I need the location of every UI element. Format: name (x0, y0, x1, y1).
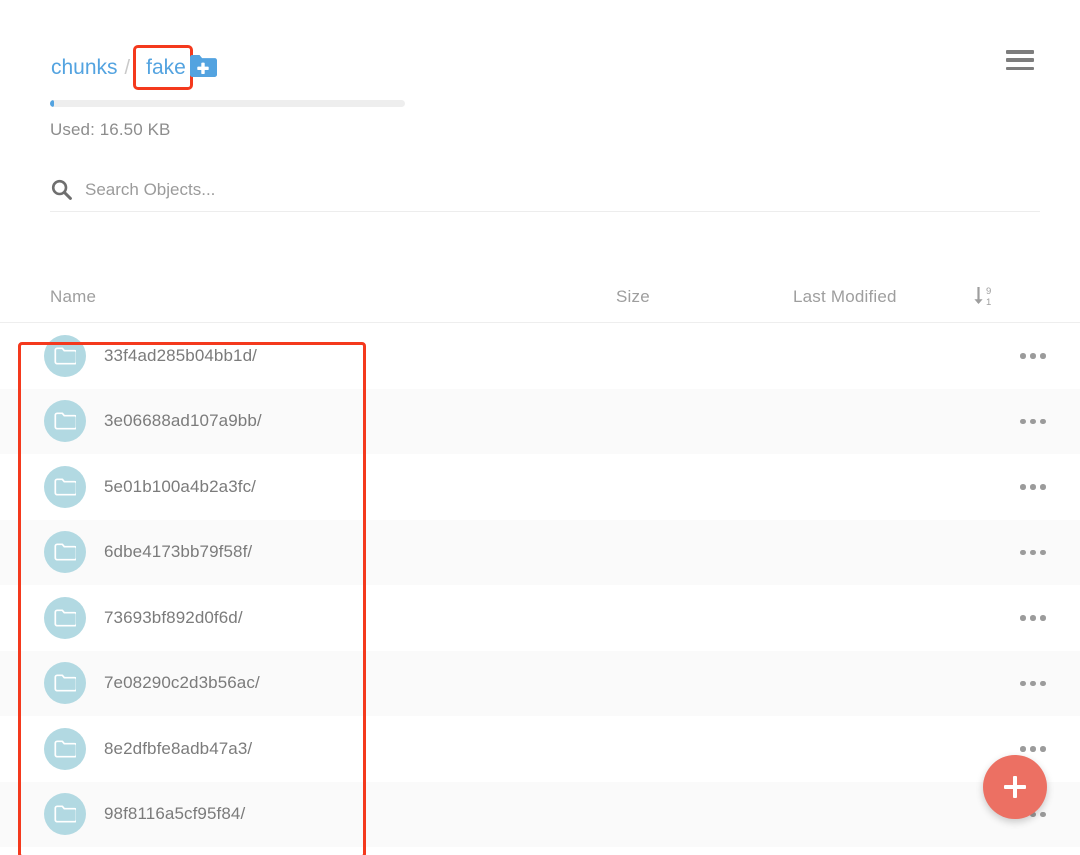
dot (1030, 418, 1036, 424)
object-name: 5e01b100a4b2a3fc/ (104, 476, 257, 496)
folder-icon (44, 465, 86, 508)
dot (1030, 680, 1036, 686)
dot (1020, 746, 1026, 752)
object-name: 6dbe4173bb79f58f/ (104, 542, 253, 562)
object-name: 7e08290c2d3b56ac/ (104, 673, 260, 693)
folder-icon (44, 793, 86, 836)
table-row[interactable]: 8e2dfbfe8adb47a3/ (0, 716, 1080, 782)
folder-icon (44, 596, 86, 639)
dot (1030, 746, 1036, 752)
svg-text:1: 1 (986, 297, 991, 308)
storage-used-label: Used: 16.50 KB (50, 120, 171, 139)
breadcrumb-item-chunks[interactable]: chunks (50, 55, 119, 81)
row-overflow-menu-icon[interactable] (1014, 410, 1052, 432)
table-row[interactable]: 3e06688ad107a9bb/ (0, 388, 1080, 454)
search-input[interactable] (85, 179, 1040, 200)
dot (1030, 353, 1036, 359)
storage-usage-bar (50, 100, 405, 107)
column-header-name[interactable]: Name (50, 287, 96, 307)
hamburger-line (1006, 50, 1034, 54)
dot (1040, 746, 1046, 752)
object-name: 3e06688ad107a9bb/ (104, 411, 262, 431)
object-list: 33f4ad285b04bb1d/ 3e06688ad107a9bb/ 5e01… (0, 323, 1080, 855)
object-browser-app: chunks / fake / Used: 16.50 KB (0, 0, 1080, 855)
folder-icon (44, 531, 86, 574)
row-overflow-menu-icon[interactable] (1014, 541, 1052, 563)
dot (1040, 418, 1046, 424)
table-row[interactable]: 5e01b100a4b2a3fc/ (0, 454, 1080, 520)
table-row[interactable]: 7e08290c2d3b56ac/ (0, 650, 1080, 716)
dot (1020, 615, 1026, 621)
folder-icon (44, 727, 86, 770)
breadcrumb-separator: / (124, 57, 131, 79)
folder-icon (44, 400, 86, 443)
hamburger-line (1006, 66, 1034, 70)
hamburger-menu-icon[interactable] (1006, 48, 1034, 72)
dot (1020, 484, 1026, 490)
row-overflow-menu-icon[interactable] (1014, 345, 1052, 367)
hamburger-line (1006, 58, 1034, 62)
object-name: 33f4ad285b04bb1d/ (104, 345, 257, 365)
sort-descending-icon[interactable]: 9 1 (972, 284, 998, 308)
table-header: Name Size Last Modified 9 1 (0, 278, 1080, 323)
search-bar (50, 168, 1040, 212)
dot (1030, 615, 1036, 621)
row-overflow-menu-icon[interactable] (1014, 607, 1052, 629)
dot (1020, 353, 1026, 359)
breadcrumb-highlight-box: fake (133, 45, 195, 90)
folder-plus-icon[interactable] (189, 54, 218, 77)
table-row[interactable]: 33f4ad285b04bb1d/ (0, 323, 1080, 389)
dot (1030, 549, 1036, 555)
object-name: 73693bf892d0f6d/ (104, 607, 243, 627)
object-name: 8e2dfbfe8adb47a3/ (104, 738, 253, 758)
add-object-fab[interactable] (983, 755, 1047, 819)
breadcrumb-item-fake[interactable]: fake (145, 56, 187, 79)
dot (1030, 484, 1036, 490)
table-row[interactable]: 98f8116a5cf95f84/ (0, 781, 1080, 847)
object-name: 98f8116a5cf95f84/ (104, 804, 246, 824)
row-overflow-menu-icon[interactable] (1014, 672, 1052, 694)
table-row[interactable]: 73693bf892d0f6d/ (0, 585, 1080, 651)
search-icon (50, 179, 72, 201)
dot (1040, 549, 1046, 555)
column-header-size[interactable]: Size (616, 287, 650, 307)
svg-text:9: 9 (986, 286, 991, 297)
dot (1040, 353, 1046, 359)
dot (1020, 549, 1026, 555)
folder-icon (44, 662, 86, 705)
dot (1040, 680, 1046, 686)
folder-icon (44, 334, 86, 377)
dot (1040, 811, 1046, 817)
table-row[interactable]: 6dbe4173bb79f58f/ (0, 519, 1080, 585)
storage-usage-fill (50, 100, 54, 107)
dot (1040, 484, 1046, 490)
dot (1020, 418, 1026, 424)
column-header-last-modified[interactable]: Last Modified (793, 287, 897, 307)
dot (1040, 615, 1046, 621)
dot (1020, 680, 1026, 686)
top-bar: chunks / fake / (0, 0, 1080, 100)
row-overflow-menu-icon[interactable] (1014, 476, 1052, 498)
